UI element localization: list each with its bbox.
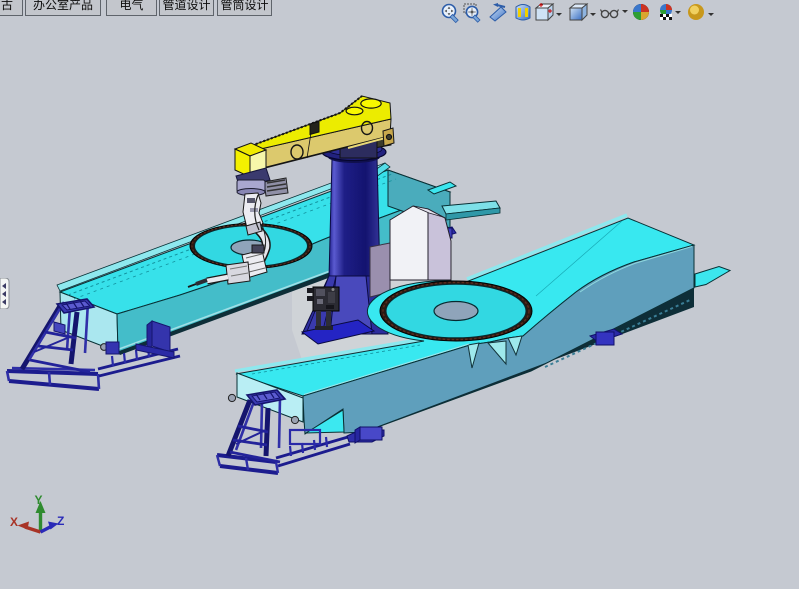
svg-text:X: X: [10, 515, 18, 529]
svg-text:Y: Y: [35, 493, 43, 507]
svg-text:Z: Z: [57, 514, 64, 528]
